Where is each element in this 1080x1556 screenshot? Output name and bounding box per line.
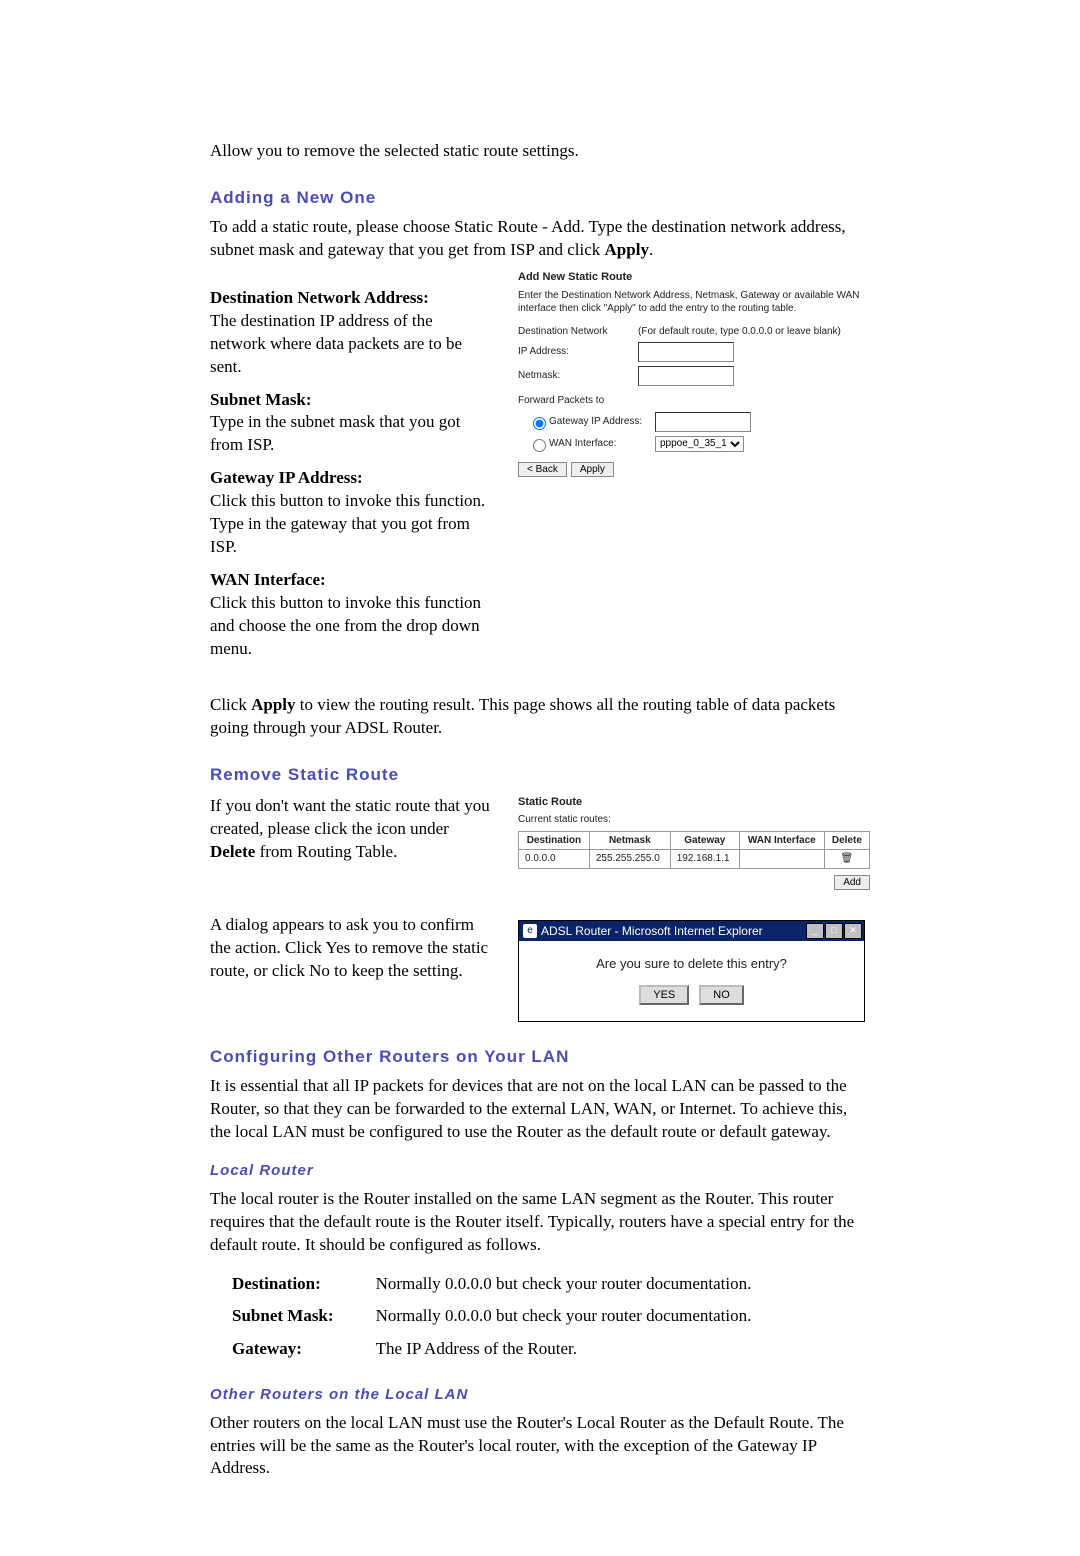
remove-p1c: from Routing Table. <box>255 842 397 861</box>
dialog-message: Are you sure to delete this entry? <box>529 955 854 973</box>
td-dest: 0.0.0.0 <box>519 850 590 869</box>
local-config-table: Destination:Normally 0.0.0.0 but check y… <box>230 1267 753 1368</box>
wan-radio[interactable] <box>533 439 546 452</box>
intro-text: Allow you to remove the selected static … <box>210 140 870 163</box>
def-wan-desc: Click this button to invoke this functio… <box>210 592 490 661</box>
adding-desc-end: . <box>649 240 653 259</box>
apply-note-pre: Click <box>210 695 251 714</box>
gateway-radio[interactable] <box>533 417 546 430</box>
remove-para1: If you don't want the static route that … <box>210 795 490 864</box>
ip-input[interactable] <box>638 342 734 362</box>
def-sm-title: Subnet Mask: <box>210 389 490 412</box>
forward-label: Forward Packets to <box>518 394 638 408</box>
table-row: 0.0.0.0 255.255.255.0 192.168.1.1 🗑 <box>519 850 870 869</box>
cfg-gw-value: The IP Address of the Router. <box>376 1334 752 1365</box>
config-para: It is essential that all IP packets for … <box>210 1075 870 1144</box>
ip-label: IP Address: <box>518 345 638 359</box>
adding-desc-text: To add a static route, please choose Sta… <box>210 217 846 259</box>
th-netmask: Netmask <box>589 831 670 850</box>
heading-other-routers: Other Routers on the Local LAN <box>210 1385 870 1405</box>
trash-icon[interactable]: 🗑 <box>841 853 854 864</box>
remove-p1b: Delete <box>210 842 255 861</box>
remove-p1a: If you don't want the static route that … <box>210 796 490 838</box>
wan-select[interactable]: pppoe_0_35_1 <box>655 436 744 452</box>
heading-local-router: Local Router <box>210 1161 870 1181</box>
apply-note-post: to view the routing result. This page sh… <box>210 695 835 737</box>
heading-adding: Adding a New One <box>210 187 870 210</box>
maximize-icon[interactable]: □ <box>825 923 843 939</box>
cfg-sm-label: Subnet Mask: <box>232 1301 374 1332</box>
dialog-title: ADSL Router - Microsoft Internet Explore… <box>541 923 763 939</box>
apply-button[interactable]: Apply <box>571 462 614 477</box>
cfg-dest-value: Normally 0.0.0.0 but check your router d… <box>376 1269 752 1300</box>
def-sm-desc: Type in the subnet mask that you got fro… <box>210 411 490 457</box>
dest-hint: (For default route, type 0.0.0.0 or leav… <box>638 325 841 339</box>
local-para: The local router is the Router installed… <box>210 1188 870 1257</box>
gateway-input[interactable] <box>655 412 751 432</box>
remove-para2: A dialog appears to ask you to confirm t… <box>210 914 490 983</box>
def-gw-title: Gateway IP Address: <box>210 467 490 490</box>
cfg-gw-label: Gateway: <box>232 1334 374 1365</box>
netmask-input[interactable] <box>638 366 734 386</box>
add-button[interactable]: Add <box>834 875 870 890</box>
confirm-dialog: e ADSL Router - Microsoft Internet Explo… <box>518 920 865 1022</box>
adding-desc-bold: Apply <box>605 240 649 259</box>
dest-network-label: Destination Network <box>518 325 638 339</box>
no-button[interactable]: NO <box>699 985 744 1005</box>
other-para: Other routers on the local LAN must use … <box>210 1412 870 1481</box>
back-button[interactable]: < Back <box>518 462 567 477</box>
td-nm: 255.255.255.0 <box>589 850 670 869</box>
panel-title: Add New Static Route <box>518 270 870 285</box>
heading-remove: Remove Static Route <box>210 764 870 787</box>
definition-list: Destination Network Address: The destina… <box>210 287 490 661</box>
def-dna-desc: The destination IP address of the networ… <box>210 310 490 379</box>
th-gateway: Gateway <box>670 831 739 850</box>
th-dest: Destination <box>519 831 590 850</box>
table-header-row: Destination Netmask Gateway WAN Interfac… <box>519 831 870 850</box>
th-wan: WAN Interface <box>739 831 824 850</box>
routes-caption: Current static routes: <box>518 813 870 827</box>
routes-table: Destination Netmask Gateway WAN Interfac… <box>518 831 870 869</box>
def-gw-desc: Click this button to invoke this functio… <box>210 490 490 559</box>
apply-note-bold: Apply <box>251 695 295 714</box>
panel-text: Enter the Destination Network Address, N… <box>518 289 870 315</box>
cfg-sm-value: Normally 0.0.0.0 but check your router d… <box>376 1301 752 1332</box>
static-route-panel: Static Route Current static routes: Dest… <box>518 795 870 890</box>
cfg-dest-label: Destination: <box>232 1269 374 1300</box>
td-wan <box>739 850 824 869</box>
adding-desc: To add a static route, please choose Sta… <box>210 216 870 262</box>
yes-button[interactable]: YES <box>639 985 689 1005</box>
apply-note: Click Apply to view the routing result. … <box>210 694 870 740</box>
static-route-title: Static Route <box>518 795 870 810</box>
netmask-label: Netmask: <box>518 369 638 383</box>
heading-config: Configuring Other Routers on Your LAN <box>210 1046 870 1069</box>
def-dna-title: Destination Network Address: <box>210 287 490 310</box>
minimize-icon[interactable]: _ <box>806 923 824 939</box>
def-wan-title: WAN Interface: <box>210 569 490 592</box>
wan-radio-label: WAN Interface: <box>549 437 655 451</box>
gateway-radio-label: Gateway IP Address: <box>549 415 655 429</box>
dialog-titlebar: e ADSL Router - Microsoft Internet Explo… <box>519 921 864 941</box>
th-delete: Delete <box>824 831 869 850</box>
add-route-panel: Add New Static Route Enter the Destinati… <box>518 270 870 477</box>
td-gw: 192.168.1.1 <box>670 850 739 869</box>
ie-icon: e <box>523 924 537 938</box>
close-icon[interactable]: ✕ <box>844 923 862 939</box>
